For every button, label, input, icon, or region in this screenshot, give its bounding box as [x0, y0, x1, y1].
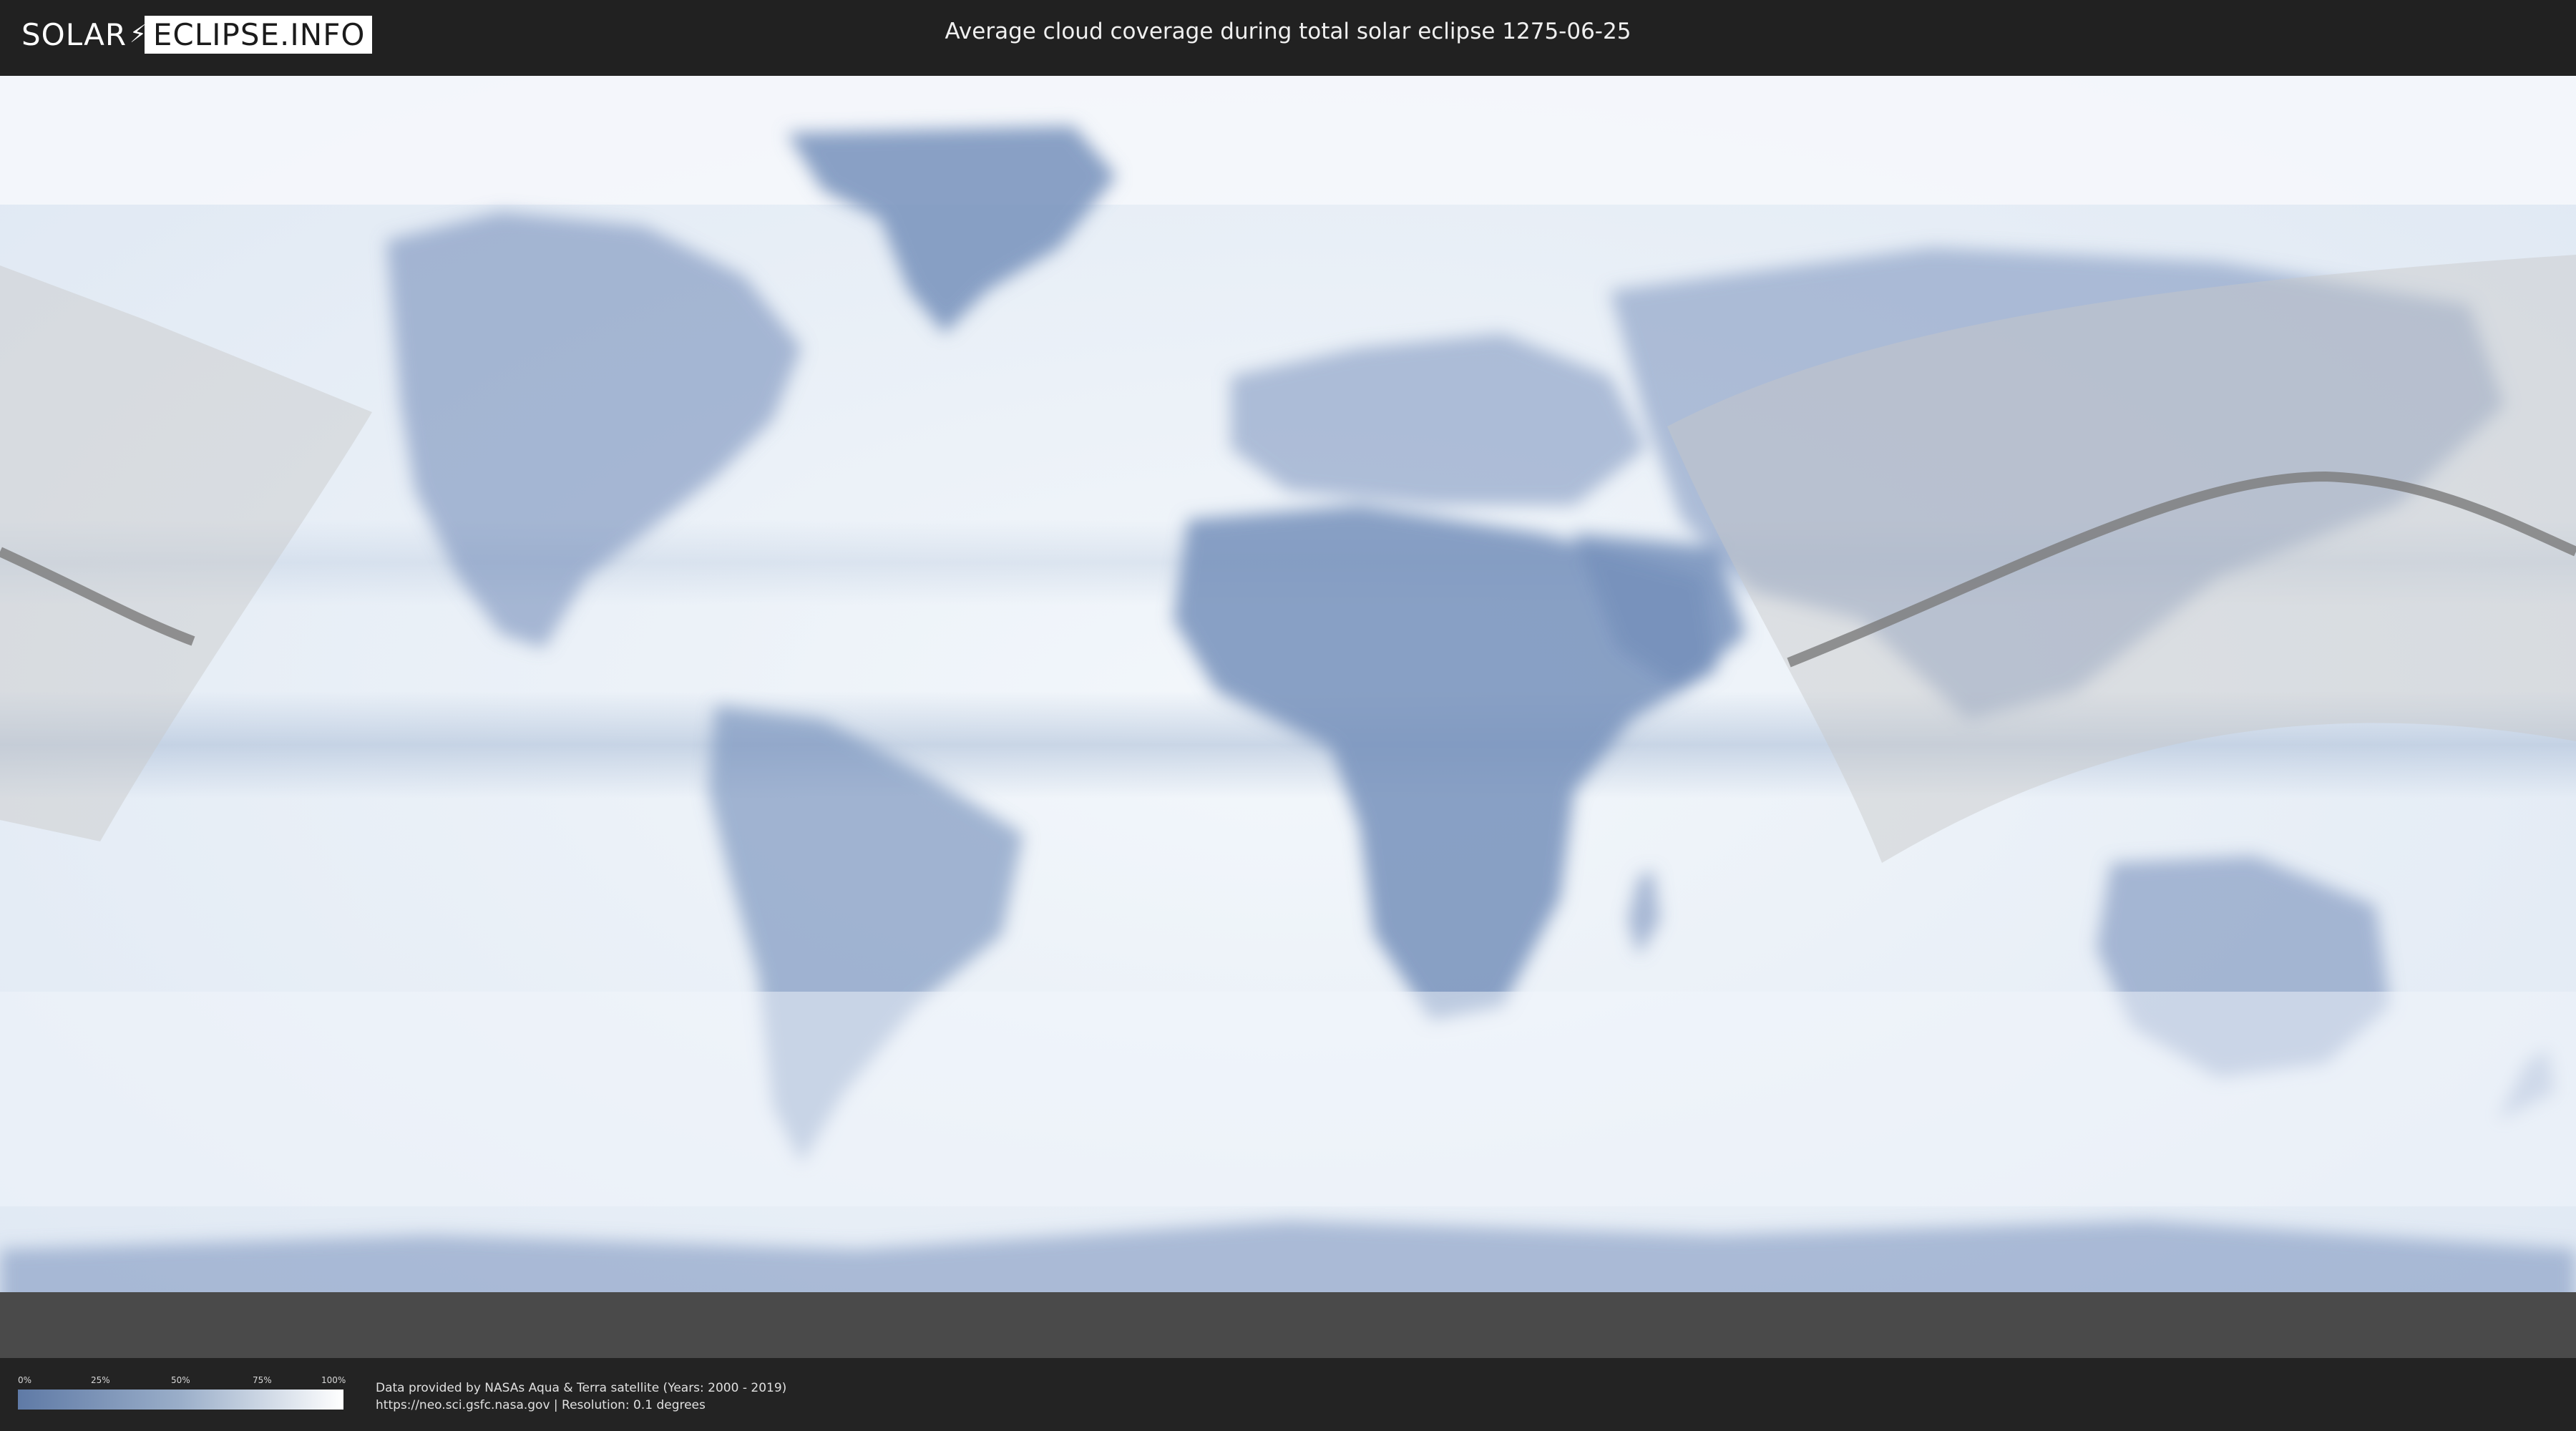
credits-line-2[interactable]: https://neo.sci.gsfc.nasa.gov | Resoluti…: [376, 1397, 786, 1414]
map-bottom-band: [0, 1292, 2576, 1364]
legend-tick-25: 25%: [91, 1375, 110, 1385]
world-map-svg: [0, 76, 2576, 1364]
legend-tick-0: 0%: [18, 1375, 32, 1385]
cloud-coverage-legend: 0% 25% 50% 75% 100%: [18, 1375, 346, 1412]
legend-tick-100: 100%: [321, 1375, 346, 1385]
credits-line-1: Data provided by NASAs Aqua & Terra sate…: [376, 1381, 787, 1395]
cloud-coverage-map[interactable]: [0, 76, 2576, 1364]
legend-tick-75: 75%: [253, 1375, 272, 1385]
legend-ticks: 0% 25% 50% 75% 100%: [18, 1375, 346, 1387]
legend-tick-50: 50%: [171, 1375, 190, 1385]
data-credits: Data provided by NASAs Aqua & Terra sate…: [376, 1379, 786, 1414]
legend-gradient-bar: [18, 1390, 343, 1410]
southern-ocean-haze: [0, 992, 2576, 1206]
arctic-haze: [0, 76, 2576, 205]
page-title: Average cloud coverage during total sola…: [945, 19, 1631, 44]
